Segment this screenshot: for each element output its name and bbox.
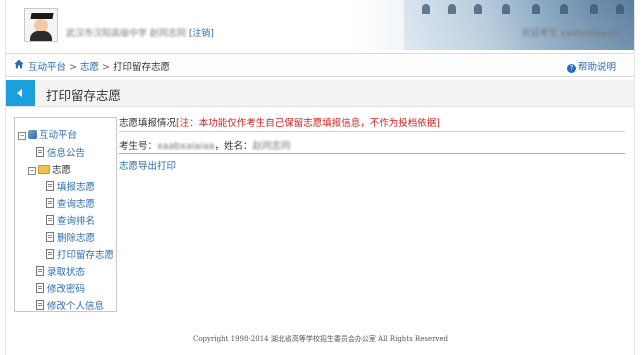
user-info: 武汉市汉阳高级中学 赵同志同 [注销] — [66, 26, 214, 39]
document-icon — [46, 215, 54, 225]
tree-root[interactable]: − 互动平台 — [18, 127, 77, 141]
breadcrumb-item-platform[interactable]: 互动平台 — [28, 62, 66, 73]
fill-status-label: 志愿填报情况 — [119, 118, 177, 129]
tree-item-query-rank[interactable]: 查询排名 — [46, 213, 95, 227]
banner-figure — [502, 4, 510, 14]
collapse-icon[interactable]: − — [28, 167, 36, 175]
document-icon — [36, 147, 44, 157]
tree-item-label[interactable]: 志愿 — [52, 165, 71, 176]
tree-item-label[interactable]: 填报志愿 — [57, 182, 95, 193]
tree-item-label[interactable]: 打印留存志愿 — [57, 250, 114, 261]
banner-figure — [448, 4, 456, 14]
breadcrumb-separator: > — [102, 62, 110, 73]
home-icon[interactable] — [14, 59, 24, 69]
document-icon — [46, 249, 54, 259]
logout-link[interactable]: [注销] — [189, 29, 214, 39]
tree-item-fill-volunteer[interactable]: 填报志愿 — [46, 179, 95, 193]
document-icon — [36, 266, 44, 276]
banner-figure — [422, 4, 430, 14]
breadcrumb-item-volunteer[interactable]: 志愿 — [80, 62, 99, 73]
name-label: ，姓名： — [214, 141, 253, 152]
exam-no-label: 考生号： — [119, 141, 158, 152]
banner-figure — [474, 4, 482, 14]
examinee-info: 欢迎考生 xaabcdaiaah — [522, 26, 618, 39]
divider — [119, 131, 625, 132]
examinee-prefix: 欢迎考生 — [521, 29, 558, 39]
banner-figure — [590, 4, 598, 14]
fill-status-note: [注：本功能仅作考生自己保留志愿填报信息，不作为投档依据] — [176, 118, 440, 129]
sidebar-toggle-button[interactable] — [6, 80, 35, 106]
user-info-text: 武汉市汉阳高级中学 赵同志同 — [66, 29, 186, 39]
name-value: 赵同志同 — [252, 141, 291, 152]
avatar-body — [30, 31, 52, 41]
collapse-icon[interactable]: − — [18, 132, 26, 140]
copyright: Copyright 1998-2014 湖北省高等学校招生委员会办公室 All … — [192, 335, 449, 343]
header-banner: 武汉市汉阳高级中学 赵同志同 [注销] 欢迎考生 xaabcdaiaah — [6, 0, 634, 50]
breadcrumb-bar: 互动平台 > 志愿 > 打印留存志愿 ? 帮助说明 — [6, 53, 634, 77]
header-photo — [404, 0, 634, 50]
page-title: 打印留存志愿 — [46, 88, 122, 103]
folder-open-icon — [38, 165, 50, 174]
document-icon — [36, 283, 44, 293]
breadcrumb: 互动平台 > 志愿 > 打印留存志愿 — [28, 59, 170, 73]
tree-item-admission-status[interactable]: 录取状态 — [36, 264, 85, 278]
page-frame-right — [634, 0, 635, 355]
banner-figure — [532, 4, 540, 14]
platform-icon — [28, 130, 37, 139]
tree-item-label[interactable]: 查询排名 — [57, 216, 95, 227]
question-icon: ? — [566, 64, 576, 73]
tree-item-label[interactable]: 信息公告 — [47, 148, 85, 159]
tree-item-volunteer[interactable]: − 志愿 — [28, 162, 71, 176]
document-icon — [46, 181, 54, 191]
document-icon — [46, 198, 54, 208]
page-title-bar: 打印留存志愿 — [6, 80, 634, 107]
help-label[interactable]: 帮助说明 — [578, 62, 616, 73]
tree-item-query-volunteer[interactable]: 查询志愿 — [46, 196, 95, 210]
tree-item-delete-volunteer[interactable]: 删除志愿 — [46, 230, 95, 244]
breadcrumb-separator: > — [69, 62, 77, 73]
document-icon — [36, 300, 44, 310]
navigation-tree: − 互动平台 信息公告 − 志愿 填报志愿 查询志愿 查询排名 删除志愿 打印留存志… — [14, 117, 117, 312]
tree-item-announcements[interactable]: 信息公告 — [36, 145, 85, 159]
tree-item-label[interactable]: 修改密码 — [47, 284, 85, 295]
breadcrumb-item-current: 打印留存志愿 — [112, 62, 170, 73]
divider — [119, 153, 625, 154]
export-print-link[interactable]: 志愿导出打印 — [119, 158, 176, 172]
banner-figure — [560, 4, 568, 14]
tree-root-label[interactable]: 互动平台 — [39, 130, 77, 141]
banner-figure — [616, 4, 624, 14]
tree-item-label[interactable]: 查询志愿 — [57, 199, 95, 210]
tree-item-edit-profile[interactable]: 修改个人信息 — [36, 298, 104, 312]
tree-item-print-volunteer[interactable]: 打印留存志愿 — [46, 247, 114, 261]
examinee-id: xaabcdaiaah — [560, 29, 618, 39]
document-icon — [46, 232, 54, 242]
help-link[interactable]: ? 帮助说明 — [566, 59, 616, 73]
tree-item-change-password[interactable]: 修改密码 — [36, 281, 85, 295]
tree-item-label[interactable]: 修改个人信息 — [47, 301, 104, 312]
tree-item-label[interactable]: 删除志愿 — [57, 233, 95, 244]
examinee-detail: 考生号：xaabxaiaiaa，姓名：赵同志同 — [119, 138, 291, 152]
avatar — [24, 8, 58, 42]
tree-item-label[interactable]: 录取状态 — [47, 267, 85, 278]
fill-status-line: 志愿填报情况[注：本功能仅作考生自己保留志愿填报信息，不作为投档依据] — [119, 115, 440, 129]
exam-no-value: xaabxaiaiaa — [157, 141, 215, 152]
